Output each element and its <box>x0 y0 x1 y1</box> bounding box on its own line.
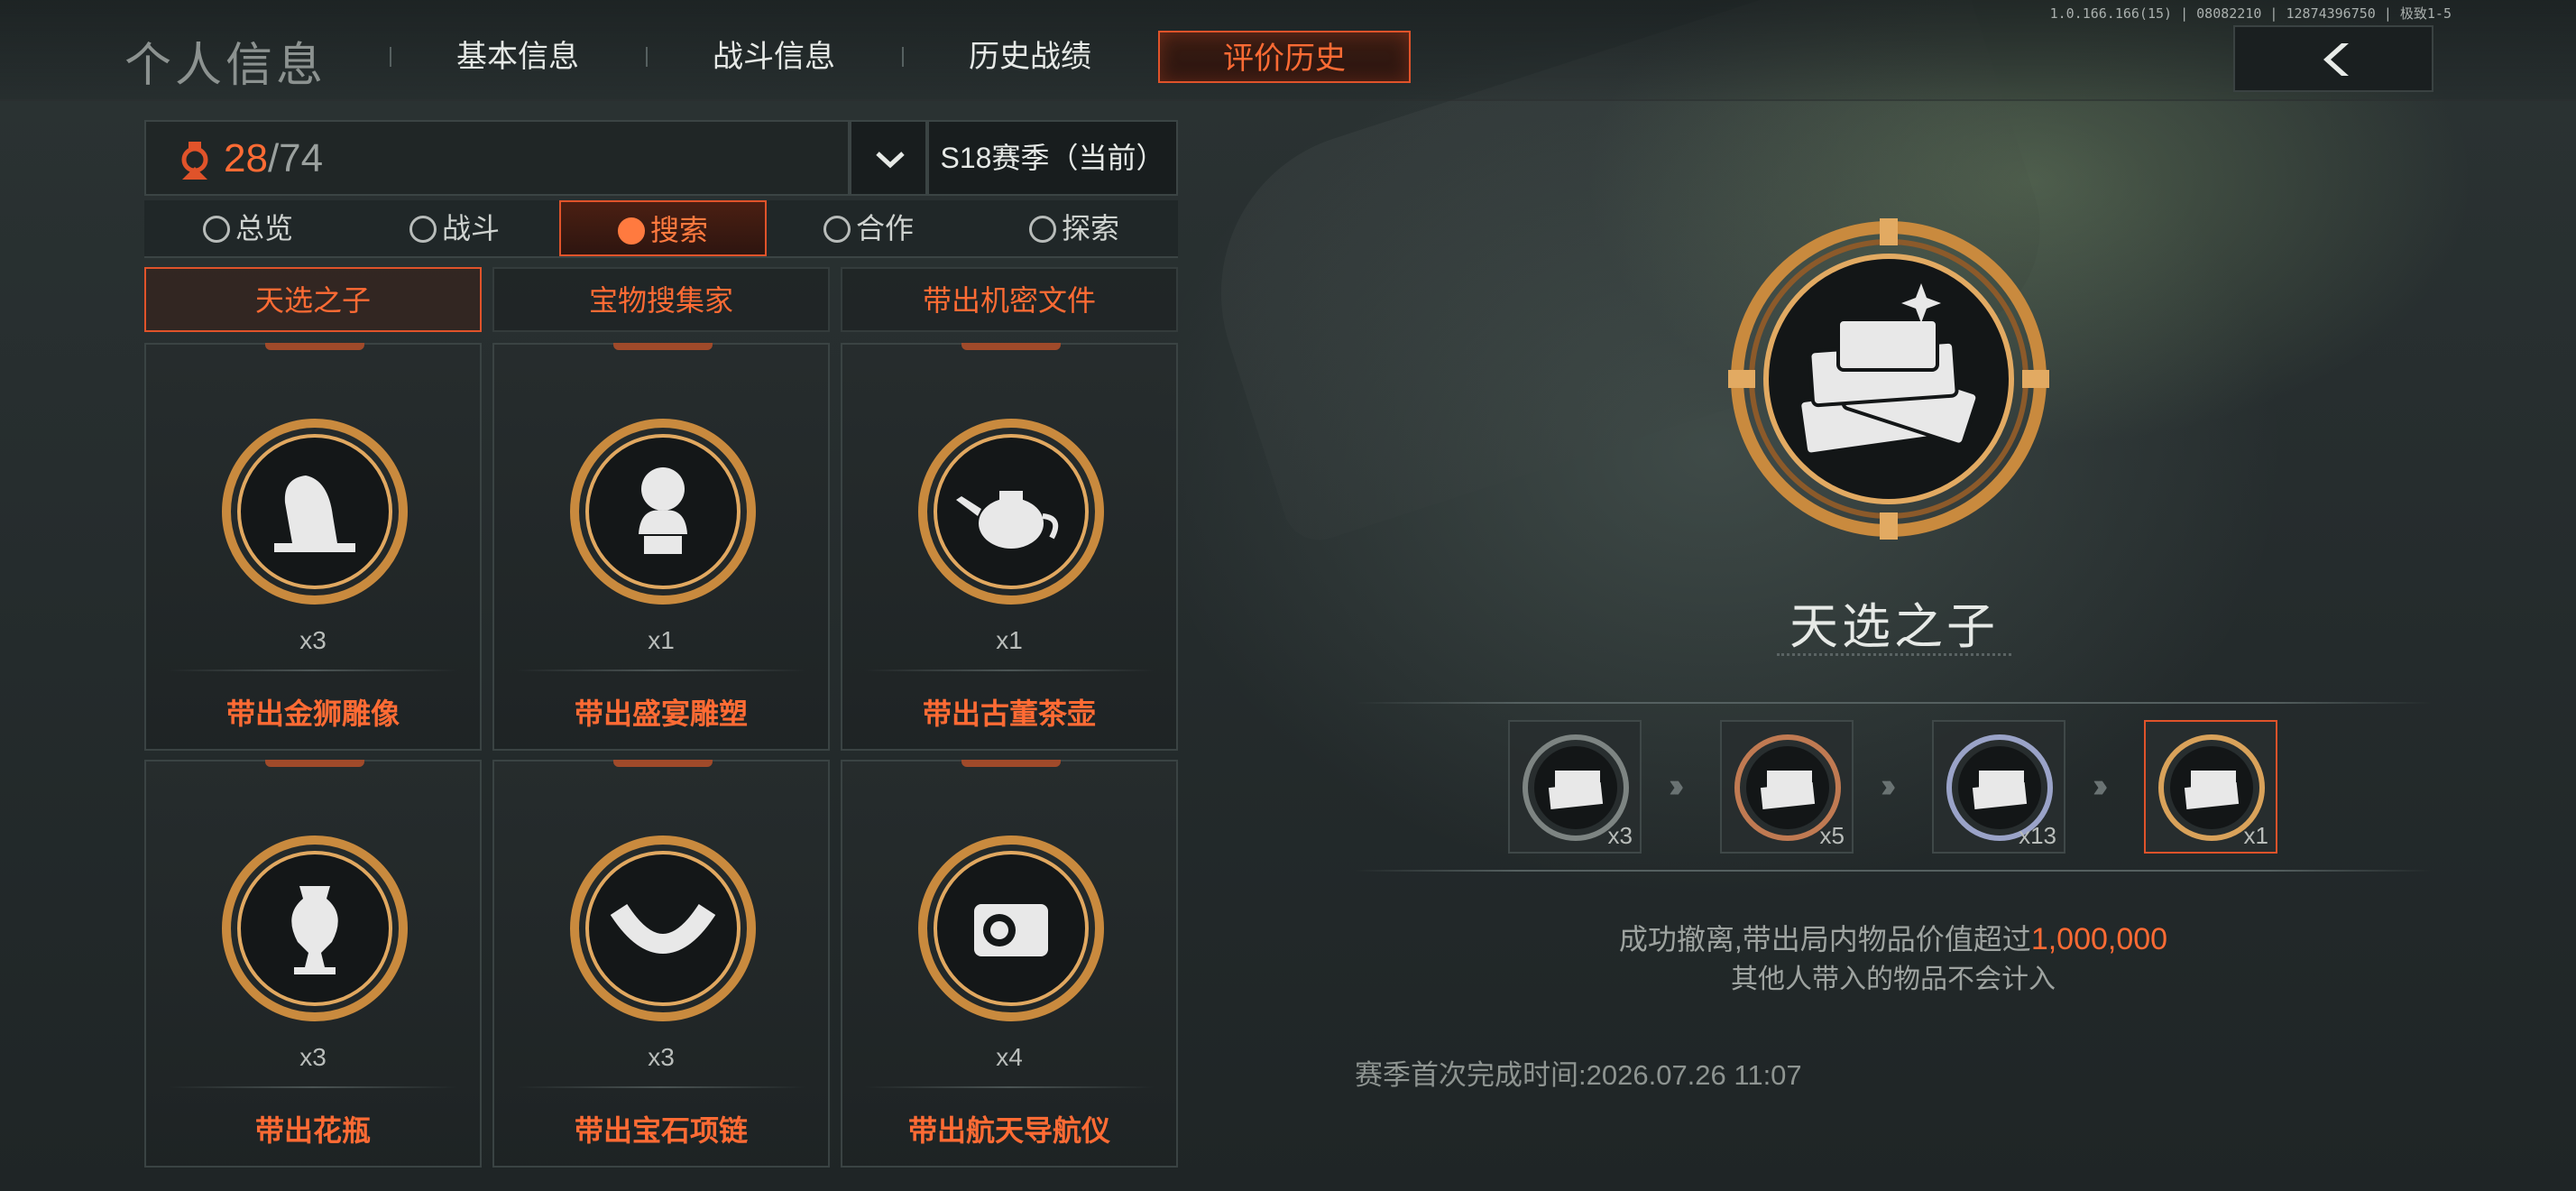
tier-silver[interactable]: x13 <box>1932 720 2065 854</box>
subtab-explore[interactable]: 探索 <box>971 200 1178 256</box>
subtab-search[interactable]: 搜索 <box>559 200 767 256</box>
card-divider <box>864 1086 1155 1088</box>
card-divider <box>516 1086 806 1088</box>
subtab-bar: 总览 战斗 搜索 合作 探索 <box>144 200 1178 258</box>
tier-count: x3 <box>1607 822 1633 849</box>
achievement-card[interactable]: x1 带出古董茶壶 <box>841 343 1178 751</box>
subtab-label: 战斗 <box>441 212 500 245</box>
card-divider <box>864 669 1155 671</box>
search-globe-icon <box>617 217 645 245</box>
navigator-icon <box>918 836 1104 1021</box>
card-count: x4 <box>996 1043 1023 1071</box>
achievement-card[interactable]: x3 带出宝石项链 <box>492 760 830 1168</box>
star-icon <box>202 216 230 243</box>
card-count: x3 <box>299 626 327 654</box>
money-stack-icon <box>1728 218 2049 540</box>
card-label: 带出盛宴雕塑 <box>574 697 748 730</box>
first-time-value: 2026.07.26 11:07 <box>1586 1059 1802 1091</box>
achievement-card[interactable]: x4 带出航天导航仪 <box>841 760 1178 1168</box>
page-title: 个人信息 <box>124 40 327 92</box>
card-notch <box>265 343 364 350</box>
necklace-icon <box>570 836 756 1021</box>
bust-statue-icon <box>570 419 756 605</box>
handshake-icon <box>823 216 851 243</box>
detail-description: 成功撤离,带出局内物品价值超过1,000,000 <box>1355 917 2432 958</box>
achievement-card[interactable]: x1 带出盛宴雕塑 <box>492 343 830 751</box>
tier-count: x1 <box>2243 822 2268 849</box>
subtab-label: 探索 <box>1061 212 1119 245</box>
tier-count: x13 <box>2019 822 2056 849</box>
description-text: 成功撤离,带出局内物品价值超过 <box>1618 923 2031 956</box>
tier-bronze[interactable]: x5 <box>1720 720 1854 854</box>
subtab-cooperate[interactable]: 合作 <box>765 200 972 256</box>
chevron-down-icon <box>876 152 905 169</box>
tab-history-record[interactable]: 历史战绩 <box>904 31 1156 83</box>
subtab-overview[interactable]: 总览 <box>144 200 352 256</box>
card-count: x1 <box>648 626 675 654</box>
tab-basic-info[interactable]: 基本信息 <box>391 31 644 83</box>
vase-icon <box>222 836 408 1021</box>
build-info: 1.0.166.166(15) | 08082210 | 12874396750… <box>2049 5 2452 22</box>
category-treasure-collector[interactable]: 宝物搜集家 <box>492 267 830 332</box>
card-count: x1 <box>996 626 1023 654</box>
card-label: 带出花瓶 <box>254 1114 371 1147</box>
chevron-right-icon: ›› <box>1669 767 1685 805</box>
season-select[interactable]: S18赛季（当前） <box>927 120 1178 196</box>
first-completion-time: 赛季首次完成时间:2026.07.26 11:07 <box>1355 1052 1802 1093</box>
tier-count: x5 <box>1819 822 1845 849</box>
subtab-label: 搜索 <box>649 214 708 246</box>
card-count: x3 <box>299 1043 327 1071</box>
category-chosen-one[interactable]: 天选之子 <box>144 267 482 332</box>
card-notch <box>265 760 364 767</box>
detail-title: 天选之子 <box>1789 600 1999 654</box>
category-secret-files[interactable]: 带出机密文件 <box>841 267 1178 332</box>
tier-gold[interactable]: x1 <box>2144 720 2277 854</box>
chevron-right-icon: ›› <box>2093 767 2109 805</box>
card-notch <box>613 760 713 767</box>
card-label: 带出古董茶壶 <box>922 697 1096 730</box>
crosshair-icon <box>409 216 437 243</box>
tab-battle-info[interactable]: 战斗信息 <box>648 31 900 83</box>
compass-icon <box>1028 216 1056 243</box>
description-value: 1,000,000 <box>2030 922 2168 956</box>
card-notch <box>613 343 713 350</box>
card-notch <box>961 343 1061 350</box>
subtab-label: 总览 <box>235 212 293 245</box>
teapot-icon <box>918 419 1104 605</box>
card-notch <box>961 760 1061 767</box>
back-button[interactable] <box>2233 25 2433 92</box>
progress-count: 28/74 <box>224 136 323 181</box>
card-divider <box>168 669 458 671</box>
subtab-combat[interactable]: 战斗 <box>351 200 558 256</box>
first-time-label: 赛季首次完成时间: <box>1355 1059 1587 1091</box>
card-label: 带出金狮雕像 <box>225 697 400 730</box>
top-bar: 个人信息 基本信息 战斗信息 历史战绩 评价历史 1.0.166.166(15)… <box>0 0 2576 101</box>
progress-total: /74 <box>267 136 324 180</box>
chevron-right-icon: ›› <box>1881 767 1897 805</box>
medal-badge-icon <box>181 142 208 180</box>
back-arrow-icon <box>2323 43 2349 76</box>
progress-current: 28 <box>224 136 268 180</box>
card-divider <box>516 669 806 671</box>
divider-top <box>1355 702 2432 704</box>
detail-note: 其他人带入的物品不会计入 <box>1731 965 2056 994</box>
card-label: 带出宝石项链 <box>574 1114 748 1147</box>
card-count: x3 <box>648 1043 675 1071</box>
card-label: 带出航天导航仪 <box>907 1114 1110 1147</box>
lion-statue-icon <box>222 419 408 605</box>
achievement-card[interactable]: x3 带出金狮雕像 <box>144 343 482 751</box>
achievement-card[interactable]: x3 带出花瓶 <box>144 760 482 1168</box>
subtab-label: 合作 <box>855 212 914 245</box>
tier-iron[interactable]: x3 <box>1508 720 1642 854</box>
divider-bottom <box>1355 870 2432 872</box>
title-underline <box>1777 653 2011 656</box>
progress-box: 28/74 <box>144 120 850 196</box>
card-divider <box>168 1086 458 1088</box>
season-dropdown-button[interactable] <box>850 120 927 196</box>
tab-rating-history[interactable]: 评价历史 <box>1158 31 1411 83</box>
